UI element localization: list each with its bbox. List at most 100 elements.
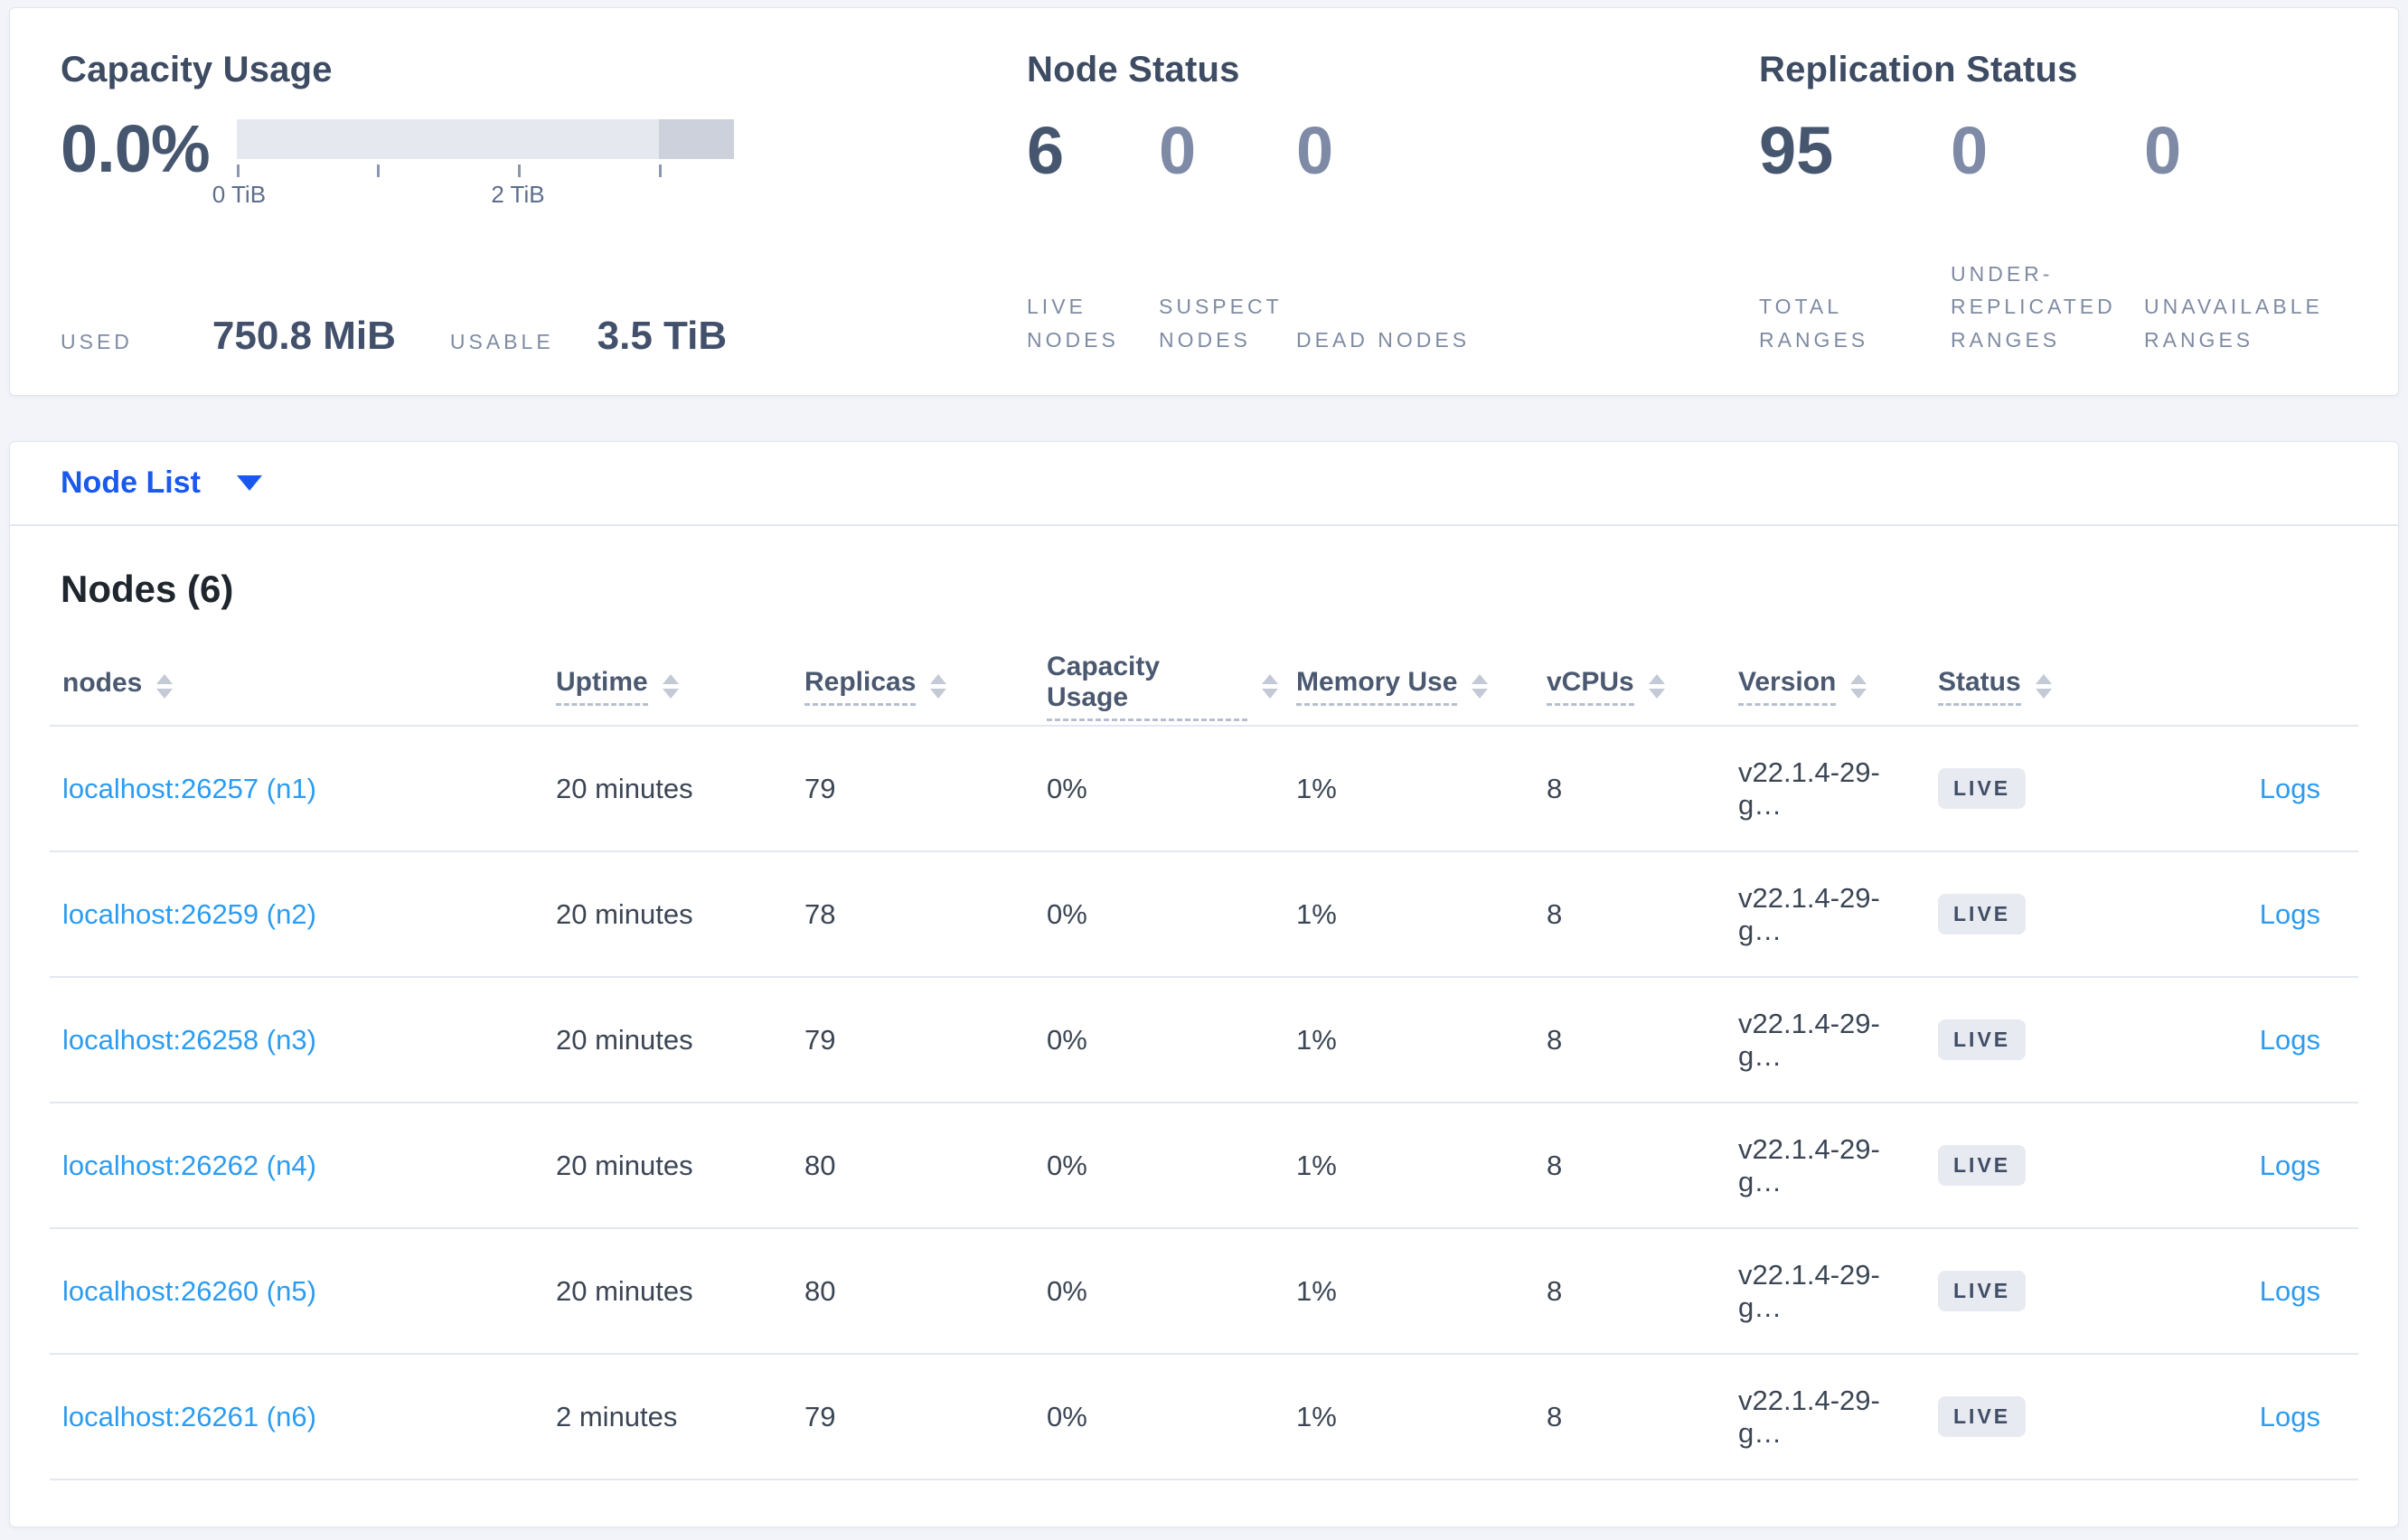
total-ranges-value: 95 — [1759, 113, 1834, 188]
usable-value: 3.5 TiB — [597, 314, 728, 358]
vcpus-cell: 8 — [1547, 897, 1563, 930]
memory-use-cell: 1% — [1296, 897, 1337, 930]
usable-label: USABLE — [449, 330, 554, 353]
nodes-table-header: nodes Uptime Replicas Capacity Usage Mem… — [50, 647, 2358, 727]
replication-status-title: Replication Status — [1759, 50, 2078, 89]
sort-icon[interactable] — [2035, 673, 2052, 699]
table-row: localhost:26257 (n1) 20 minutes 79 0% 1%… — [50, 727, 2358, 852]
replication-status-panel: Replication Status 95 TOTAL RANGES 0 UND… — [1759, 50, 2347, 359]
live-nodes-value: 6 — [1027, 113, 1065, 188]
uptime-cell: 20 minutes — [556, 897, 693, 930]
table-row: localhost:26259 (n2) 20 minutes 78 0% 1%… — [50, 852, 2358, 978]
node-list-dropdown[interactable]: Node List — [9, 441, 2399, 526]
logs-link[interactable]: Logs — [2260, 1024, 2320, 1056]
column-header-memory-use[interactable]: Memory Use — [1278, 667, 1529, 706]
node-link[interactable]: localhost:26257 (n1) — [62, 773, 316, 804]
column-header-version[interactable]: Version — [1720, 667, 1920, 706]
sort-icon[interactable] — [662, 673, 679, 699]
version-cell: v22.1.4-29-g… — [1738, 756, 1880, 821]
suspect-nodes-stat: 0 SUSPECT NODES — [1159, 116, 1296, 359]
unavailable-ranges-label: UNAVAILABLE RANGES — [2144, 295, 2323, 352]
under-replicated-ranges-label: UNDER-REPLICATED RANGES — [1951, 261, 2116, 352]
version-cell: v22.1.4-29-g… — [1738, 1384, 1880, 1449]
memory-use-cell: 1% — [1296, 772, 1337, 804]
table-row: localhost:26262 (n4) 20 minutes 80 0% 1%… — [50, 1103, 2358, 1229]
cluster-summary-card: Capacity Usage 0.0% 0 TiB 2 TiB USED 750… — [9, 7, 2399, 396]
column-header-capacity-usage[interactable]: Capacity Usage — [1029, 652, 1278, 721]
nodes-section-title: Nodes (6) — [61, 568, 234, 610]
total-ranges-stat: 95 TOTAL RANGES — [1759, 116, 1951, 359]
capacity-gauge-ticks — [236, 164, 734, 181]
under-replicated-ranges-stat: 0 UNDER-REPLICATED RANGES — [1951, 116, 2144, 359]
vcpus-cell: 8 — [1547, 772, 1563, 804]
unavailable-ranges-value: 0 — [2144, 113, 2182, 188]
dead-nodes-stat: 0 DEAD NODES — [1296, 116, 1470, 359]
uptime-cell: 2 minutes — [556, 1400, 678, 1432]
status-badge: LIVE — [1938, 894, 2027, 934]
column-header-replicas[interactable]: Replicas — [786, 667, 1029, 706]
vcpus-cell: 8 — [1547, 1400, 1563, 1432]
capacity-usage-cell: 0% — [1047, 1149, 1087, 1181]
sort-icon[interactable] — [1472, 673, 1489, 699]
column-header-vcpus[interactable]: vCPUs — [1529, 667, 1720, 706]
replicas-cell: 79 — [804, 1023, 836, 1056]
uptime-cell: 20 minutes — [556, 772, 693, 804]
capacity-usage-cell: 0% — [1047, 772, 1087, 804]
table-row: localhost:26260 (n5) 20 minutes 80 0% 1%… — [50, 1229, 2358, 1355]
version-cell: v22.1.4-29-g… — [1738, 1007, 1880, 1072]
status-badge: LIVE — [1938, 1271, 2027, 1311]
node-list-dropdown-label[interactable]: Node List — [61, 465, 201, 501]
live-nodes-label: LIVE NODES — [1027, 295, 1119, 352]
unavailable-ranges-stat: 0 UNAVAILABLE RANGES — [2144, 116, 2347, 359]
suspect-nodes-value: 0 — [1159, 113, 1197, 188]
node-link[interactable]: localhost:26259 (n2) — [62, 898, 316, 930]
node-status-panel: Node Status 6 LIVE NODES 0 SUSPECT NODES… — [1027, 50, 1759, 359]
node-link[interactable]: localhost:26262 (n4) — [62, 1150, 316, 1181]
column-header-nodes[interactable]: nodes — [50, 668, 538, 704]
table-row: localhost:26261 (n6) 2 minutes 79 0% 1% … — [50, 1355, 2358, 1480]
version-cell: v22.1.4-29-g… — [1738, 1132, 1880, 1197]
logs-link[interactable]: Logs — [2260, 1275, 2320, 1307]
used-label: USED — [61, 330, 133, 353]
replicas-cell: 79 — [804, 1400, 836, 1432]
live-nodes-stat: 6 LIVE NODES — [1027, 116, 1159, 359]
suspect-nodes-label: SUSPECT NODES — [1159, 295, 1283, 352]
replicas-cell: 78 — [804, 897, 836, 930]
node-link[interactable]: localhost:26258 (n3) — [62, 1024, 316, 1056]
vcpus-cell: 8 — [1547, 1274, 1563, 1307]
logs-link[interactable]: Logs — [2260, 1150, 2320, 1181]
nodes-table-card: Nodes (6) nodes Uptime Replicas Capacity… — [9, 526, 2399, 1527]
axis-label-2tib: 2 TiB — [491, 181, 545, 208]
memory-use-cell: 1% — [1296, 1023, 1337, 1056]
chevron-down-icon — [236, 475, 262, 491]
logs-link[interactable]: Logs — [2260, 1401, 2320, 1432]
total-ranges-label: TOTAL RANGES — [1759, 295, 1869, 352]
logs-link[interactable]: Logs — [2260, 773, 2320, 804]
capacity-usage-cell: 0% — [1047, 1274, 1087, 1307]
column-header-uptime[interactable]: Uptime — [538, 667, 786, 706]
vcpus-cell: 8 — [1547, 1149, 1563, 1181]
sort-icon[interactable] — [156, 673, 174, 699]
node-status-title: Node Status — [1027, 50, 1240, 89]
status-badge: LIVE — [1938, 1145, 2027, 1186]
sort-icon[interactable] — [1262, 673, 1278, 699]
node-link[interactable]: localhost:26261 (n6) — [62, 1401, 316, 1432]
column-header-status[interactable]: Status — [1920, 667, 2113, 706]
under-replicated-ranges-value: 0 — [1951, 113, 1989, 188]
capacity-usage-cell: 0% — [1047, 897, 1087, 930]
status-badge: LIVE — [1938, 1396, 2027, 1437]
capacity-percent-value: 0.0% — [61, 111, 211, 186]
logs-link[interactable]: Logs — [2260, 898, 2320, 930]
replicas-cell: 80 — [804, 1149, 836, 1181]
node-link[interactable]: localhost:26260 (n5) — [62, 1275, 316, 1307]
capacity-usage-cell: 0% — [1047, 1023, 1087, 1056]
capacity-gauge-bar — [236, 119, 734, 159]
uptime-cell: 20 minutes — [556, 1149, 693, 1181]
memory-use-cell: 1% — [1296, 1274, 1337, 1307]
version-cell: v22.1.4-29-g… — [1738, 881, 1880, 946]
capacity-usage-title: Capacity Usage — [61, 50, 333, 89]
vcpus-cell: 8 — [1547, 1023, 1563, 1056]
sort-icon[interactable] — [930, 673, 947, 699]
sort-icon[interactable] — [1648, 673, 1665, 699]
sort-icon[interactable] — [1850, 673, 1867, 699]
